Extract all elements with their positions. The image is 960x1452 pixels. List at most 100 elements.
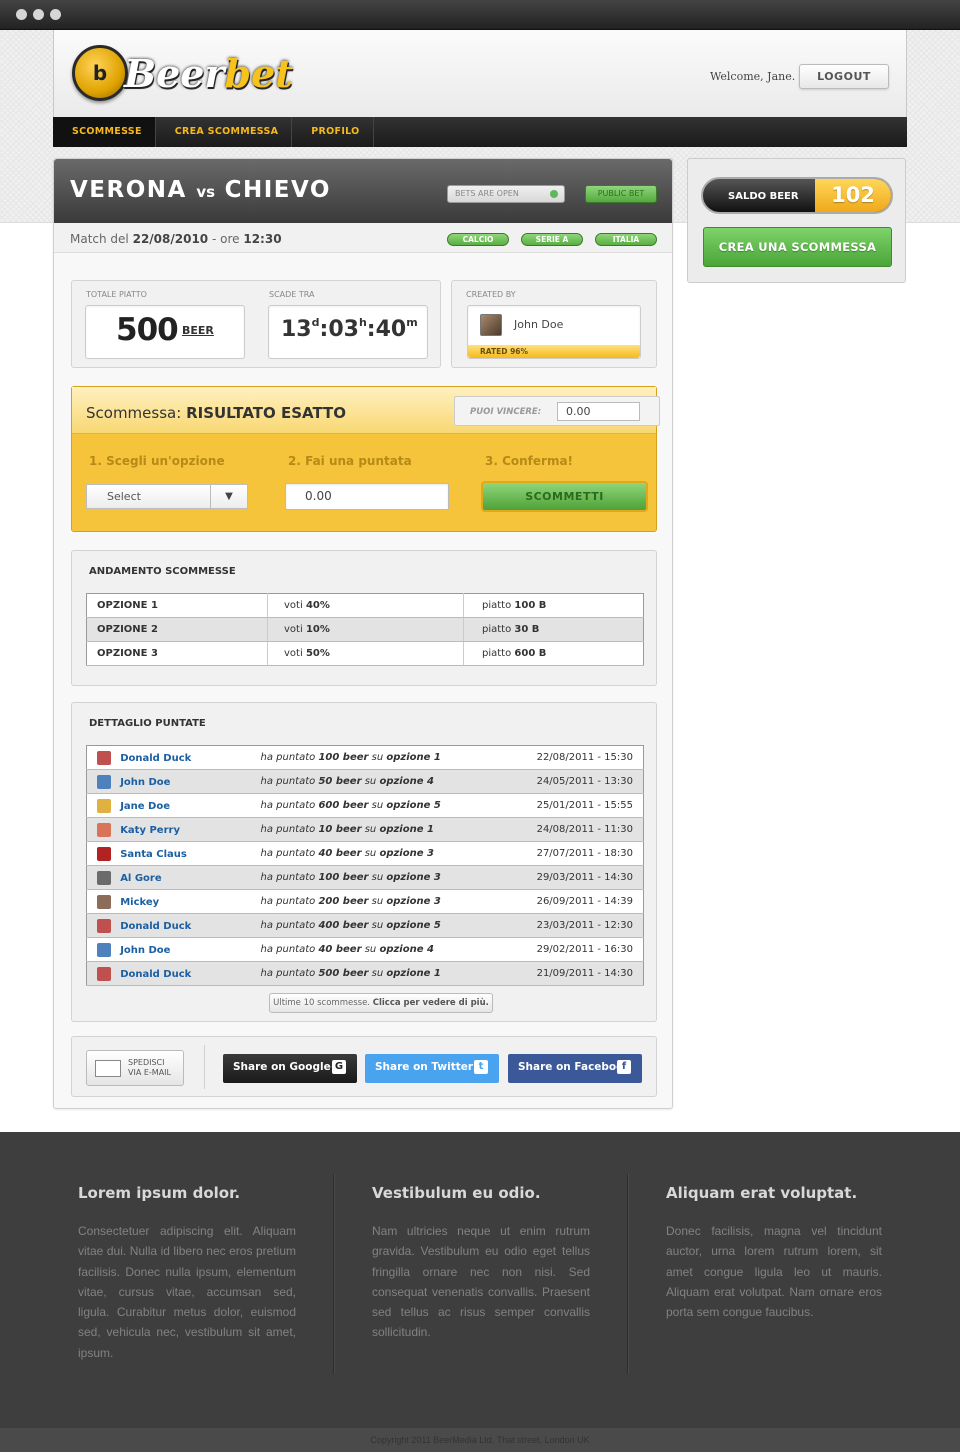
table-row: Jane Doe ha puntato 600 beer su opzione 5… xyxy=(86,793,644,818)
bet-date: 29/03/2011 - 14:30 xyxy=(500,865,644,890)
bet-user-name[interactable]: Katy Perry xyxy=(120,825,180,836)
bet-date: 24/05/2011 - 13:30 xyxy=(500,769,644,794)
table-row: Santa Claus ha puntato 40 beer su opzione… xyxy=(86,841,644,866)
tag-italia[interactable]: ITALIA xyxy=(595,233,657,246)
window-minimize-dot[interactable] xyxy=(33,9,44,20)
bet-user-cell: John Doe xyxy=(86,769,261,794)
time-value: 12:30 xyxy=(243,232,282,246)
footer-text: Consectetuer adipiscing elit. Aliquam vi… xyxy=(78,1224,296,1360)
creator-rating: RATED 96% xyxy=(468,345,640,358)
match-info-bar: Match del 22/08/2010 - ore 12:30 CALCIO … xyxy=(54,223,672,253)
logo[interactable]: b Beerbet xyxy=(72,42,293,104)
main-nav: SCOMMESSE CREA SCOMMESSA PROFILO xyxy=(53,117,907,147)
user-avatar-icon xyxy=(97,894,111,909)
balance-value: 102 xyxy=(815,179,891,212)
footer-column-1: Lorem ipsum dolor. Consectetuer adipisci… xyxy=(78,1184,296,1363)
site-footer: Lorem ipsum dolor. Consectetuer adipisci… xyxy=(0,1132,960,1452)
bet-user-name[interactable]: John Doe xyxy=(120,777,170,788)
window-close-dot[interactable] xyxy=(16,9,27,20)
logo-badge-icon: b xyxy=(72,45,128,101)
envelope-icon xyxy=(95,1060,121,1077)
bet-user-name[interactable]: John Doe xyxy=(120,945,170,956)
footer-column-3: Aliquam erat voluptat. Donec facilisis, … xyxy=(666,1184,882,1322)
step-3-label: 3. Conferma! xyxy=(485,454,574,468)
bet-date: 26/09/2011 - 14:39 xyxy=(500,889,644,914)
sidebar-panel: SALDO BEER 102 CREA UNA SCOMMESSA xyxy=(687,158,906,283)
table-row: Donald Duck ha puntato 100 beer su opzion… xyxy=(86,745,644,770)
footer-divider xyxy=(627,1174,629,1374)
bet-description: ha puntato 10 beer su opzione 1 xyxy=(260,817,501,842)
bet-user-name[interactable]: Jane Doe xyxy=(120,801,170,812)
bet-panel: Scommessa: RISULTATO ESATTO PUOI VINCERE… xyxy=(71,386,660,532)
email-share-button[interactable]: SPEDISCI VIA E-MAIL xyxy=(86,1050,184,1086)
user-avatar-icon xyxy=(97,774,111,789)
show-more-button[interactable]: Ultime 10 scommesse. Clicca per vedere d… xyxy=(269,993,493,1013)
logo-text-bet: bet xyxy=(224,50,293,96)
creator-name[interactable]: John Doe xyxy=(514,318,563,331)
bet-user-cell: Jane Doe xyxy=(86,793,261,818)
bet-date: 29/02/2011 - 16:30 xyxy=(500,937,644,962)
option-select[interactable]: Select ▼ xyxy=(86,484,248,509)
bet-user-name[interactable]: Santa Claus xyxy=(120,849,187,860)
google-plus-icon: G xyxy=(332,1060,346,1074)
bet-user-name[interactable]: Donald Duck xyxy=(120,969,191,980)
details-table: Donald Duck ha puntato 100 beer su opzion… xyxy=(86,745,644,986)
created-by-label: CREATED BY xyxy=(466,290,516,299)
table-row: Donald Duck ha puntato 500 beer su opzion… xyxy=(86,961,644,986)
browser-chrome xyxy=(0,0,960,30)
bet-description: ha puntato 100 beer su opzione 3 xyxy=(260,865,501,890)
potential-win-field: 0.00 xyxy=(557,402,640,421)
bet-description: ha puntato 400 beer su opzione 5 xyxy=(260,913,501,938)
option-name: OPZIONE 3 xyxy=(86,641,268,666)
bet-user-name[interactable]: Mickey xyxy=(120,897,159,908)
table-row: OPZIONE 1 voti 40% piatto 100 B xyxy=(86,593,644,618)
table-row: Mickey ha puntato 200 beer su opzione 3 26… xyxy=(86,889,644,914)
logout-button[interactable]: LOGOUT xyxy=(799,64,889,89)
window-maximize-dot[interactable] xyxy=(50,9,61,20)
bet-date: 22/08/2011 - 15:30 xyxy=(500,745,644,770)
bet-user-name[interactable]: Donald Duck xyxy=(120,921,191,932)
pot-label: TOTALE PIATTO xyxy=(86,290,147,299)
chevron-down-icon[interactable]: ▼ xyxy=(210,485,247,508)
share-facebook-button[interactable]: Share on Facebook f xyxy=(508,1054,642,1083)
bet-user-name[interactable]: Donald Duck xyxy=(120,753,191,764)
pot-unit: BEER xyxy=(182,324,214,337)
user-avatar-icon xyxy=(97,750,111,765)
trend-title: ANDAMENTO SCOMMESSE xyxy=(89,566,236,577)
create-bet-button[interactable]: CREA UNA SCOMMESSA xyxy=(703,227,892,267)
creator-box: CREATED BY John Doe RATED 96% xyxy=(451,280,657,368)
welcome-text: Welcome, Jane. xyxy=(710,70,796,83)
trend-table: OPZIONE 1 voti 40% piatto 100 B OPZIONE … xyxy=(86,593,644,666)
bet-user-cell: John Doe xyxy=(86,937,261,962)
bet-user-name[interactable]: Al Gore xyxy=(120,873,161,884)
scommetti-button[interactable]: SCOMMETTI xyxy=(481,481,648,512)
potential-win-box: PUOI VINCERE: 0.00 xyxy=(454,396,660,426)
nav-item-scommesse[interactable]: SCOMMESSE xyxy=(53,117,156,147)
bet-user-cell: Katy Perry xyxy=(86,817,261,842)
twitter-icon: t xyxy=(474,1060,488,1074)
share-twitter-button[interactable]: Share on Twitter t xyxy=(365,1054,499,1083)
bet-title-value: RISULTATO ESATTO xyxy=(186,404,347,422)
creator-card[interactable]: John Doe RATED 96% xyxy=(467,305,641,359)
bet-date: 27/07/2011 - 18:30 xyxy=(500,841,644,866)
nav-item-profilo[interactable]: PROFILO xyxy=(292,117,374,147)
tag-calcio[interactable]: CALCIO xyxy=(447,233,509,246)
table-row: John Doe ha puntato 40 beer su opzione 42… xyxy=(86,937,644,962)
nav-item-crea-scommessa[interactable]: CREA SCOMMESSA xyxy=(156,117,293,147)
option-pot: piatto 30 B xyxy=(463,617,644,642)
share-google-button[interactable]: Share on Google+ G xyxy=(223,1054,357,1083)
tag-serie-a[interactable]: SERIE A xyxy=(521,233,583,246)
bet-date: 21/09/2011 - 14:30 xyxy=(500,961,644,986)
expire-label: SCADE TRA xyxy=(269,290,315,299)
option-pot: piatto 100 B xyxy=(463,593,644,618)
table-row: Katy Perry ha puntato 10 beer su opzione … xyxy=(86,817,644,842)
bets-status-label: BETS ARE OPEN xyxy=(455,189,519,198)
stake-input[interactable]: 0.00 xyxy=(285,483,449,510)
footer-text: Donec facilisis, magna vel tincidunt auc… xyxy=(666,1224,882,1320)
step-2-label: 2. Fai una puntata xyxy=(288,454,412,468)
option-name: OPZIONE 1 xyxy=(86,593,268,618)
logo-badge-letter: b xyxy=(92,61,108,85)
share-section: SPEDISCI VIA E-MAIL Share on Google+ G Sh… xyxy=(71,1036,657,1097)
match-date: Match del 22/08/2010 - ore 12:30 xyxy=(70,232,282,246)
public-bet-badge: PUBLIC BET xyxy=(585,185,657,203)
